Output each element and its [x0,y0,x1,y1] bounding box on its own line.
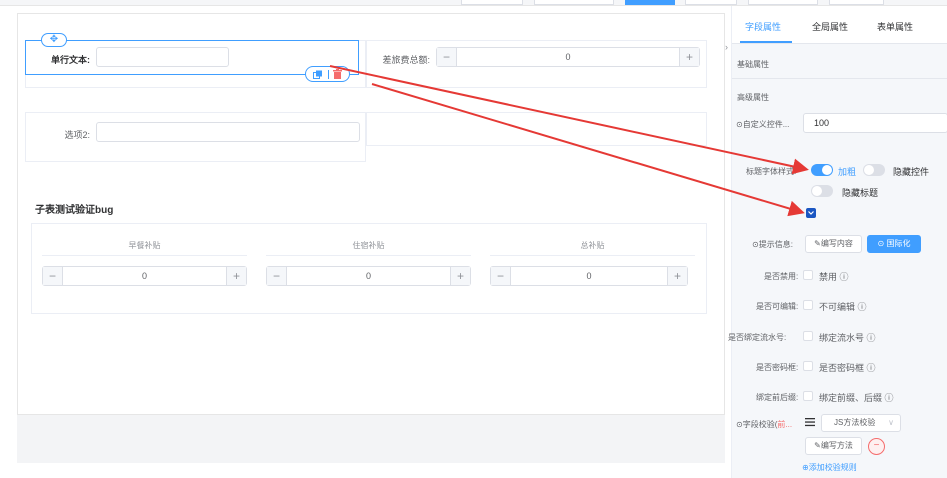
tab-form-props[interactable]: 表单属性 [877,20,913,33]
travel-total-label: 差旅费总额: [382,55,430,65]
disabled-text: 禁用 ⓘ [819,272,849,282]
password-label: 是否密码框: [756,363,799,372]
tab-global-props[interactable]: 全局属性 [812,20,848,33]
editable-checkbox[interactable] [803,300,813,310]
switch-knob [822,165,832,175]
stepper-minus-button[interactable]: − [491,267,511,285]
validation-label: ⊙字段校验(前... [736,419,792,430]
stepper-value[interactable]: 0 [63,267,226,285]
column-divider [42,255,247,256]
stepper-minus-button[interactable]: − [267,267,287,285]
toolbar-button-6[interactable] [829,0,884,5]
collapse-arrow-icon[interactable]: › [725,42,728,52]
bold-switch[interactable] [811,164,833,176]
subtable-column-header: 早餐补贴 [128,241,161,250]
edit-method-button[interactable]: ✎编写方法 [805,437,862,455]
validation-method-select[interactable]: JS方法校验 ∨ [821,414,901,432]
affix-checkbox[interactable] [803,391,813,401]
tab-field-props[interactable]: 字段属性 [745,20,781,33]
section-advanced-props[interactable]: 高级属性 [737,92,769,103]
section-basic-props[interactable]: 基础属性 [737,59,769,70]
stepper-plus-button[interactable]: + [667,267,687,285]
subtable: 早餐补贴 住宿补贴 总补贴 − 0 + − 0 + − 0 + [31,223,707,314]
option2-input[interactable] [96,122,360,142]
stepper-value[interactable]: 0 [511,267,667,285]
stepper-plus-button[interactable]: + [450,267,470,285]
serial-checkbox[interactable] [803,331,813,341]
subtable-column-header: 住宿补贴 [352,241,385,250]
hide-title-label: 隐藏标题 [842,188,879,198]
panel-tabs: 字段属性 全局属性 表单属性 [732,6,947,44]
editable-text: 不可编辑 ⓘ [819,302,867,312]
toolbar-button-4[interactable] [685,0,737,5]
single-text-label: 单行文本: [51,55,90,65]
option2-label: 选项2: [64,130,90,140]
add-rule-link[interactable]: ⊕添加校验规则 [802,462,857,473]
bold-switch-label: 加粗 [838,167,857,177]
validation-label-required: 前... [777,420,793,429]
password-checkbox[interactable] [803,361,813,371]
menu-icon[interactable] [805,417,815,427]
stepper-plus-button[interactable]: + [226,267,246,285]
left-gutter [0,6,17,478]
stepper-plus-button[interactable]: + [679,48,699,66]
column-divider [266,255,471,256]
copy-icon[interactable] [313,70,323,79]
disabled-checkbox[interactable] [803,270,813,280]
single-text-input[interactable] [96,47,229,67]
section-divider [732,78,947,79]
remove-rule-button[interactable]: − [868,438,885,455]
active-tab-indicator [740,41,792,43]
editable-label: 是否可编辑: [756,302,799,311]
stepper-minus-button[interactable]: − [43,267,63,285]
select-value: JS方法校验 [834,418,876,427]
property-panel: › 字段属性 全局属性 表单属性 基础属性 高级属性 ⊙自定义控件... 100… [725,6,947,478]
column-divider [490,255,695,256]
chevron-down-icon: ∨ [888,418,894,427]
custom-control-input[interactable]: 100 [803,113,947,133]
password-text: 是否密码框 ⓘ [819,363,876,373]
toolbar-button-5[interactable] [748,0,818,5]
subtable-title: 子表测试验证bug [35,205,114,216]
tip-label: ⊙提示信息: [752,240,793,249]
edit-content-button[interactable]: ✎编写内容 [805,235,862,253]
toolbar-button-1[interactable] [461,0,523,5]
grid-cell-empty [366,112,707,146]
validation-label-text: ⊙字段校验( [736,420,778,429]
serial-label: 是否绑定流水号: [728,333,787,342]
check-icon [808,211,814,215]
label-style-label: 标题字体样式: [746,167,797,176]
canvas-footer [17,415,725,463]
switch-knob [812,186,822,196]
drag-handle-icon[interactable]: ✥ [41,33,67,47]
subtable-stepper[interactable]: − 0 + [266,266,471,286]
subtable-stepper[interactable]: − 0 + [42,266,247,286]
delete-icon[interactable] [333,69,342,79]
affix-text: 绑定前缀、后缀 ⓘ [819,393,894,403]
switch-knob [864,165,874,175]
pill-divider [328,70,329,79]
i18n-button[interactable]: ⊙ 国际化 [867,235,921,253]
travel-total-stepper[interactable]: − 0 + [436,47,700,67]
disabled-label: 是否禁用: [764,272,799,281]
toolbar-button-2[interactable] [534,0,614,5]
stepper-minus-button[interactable]: − [437,48,457,66]
stepper-value[interactable]: 0 [457,48,679,66]
affix-label: 绑定前后缀: [756,393,799,402]
highlight-checkbox[interactable] [806,208,816,218]
serial-text: 绑定流水号 ⓘ [819,333,876,343]
toolbar-button-3[interactable] [625,0,675,5]
subtable-stepper[interactable]: − 0 + [490,266,688,286]
hide-control-switch[interactable] [863,164,885,176]
custom-control-label: ⊙自定义控件... [736,120,790,129]
hide-title-switch[interactable] [811,185,833,197]
stepper-value[interactable]: 0 [287,267,450,285]
widget-action-pill [305,66,350,82]
hide-control-label: 隐藏控件 [893,167,930,177]
subtable-column-header: 总补贴 [580,241,605,250]
